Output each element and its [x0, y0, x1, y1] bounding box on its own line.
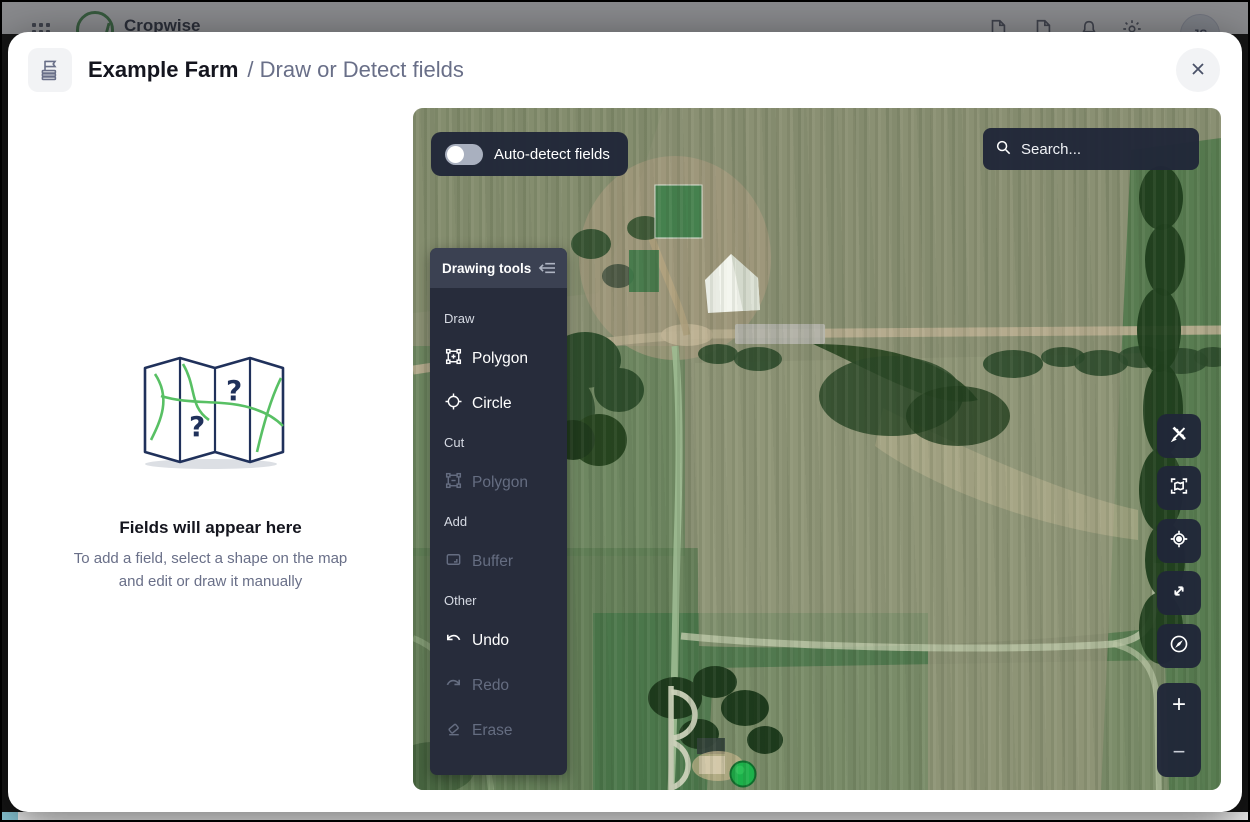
search-icon [995, 139, 1011, 160]
compass-button[interactable] [1157, 624, 1201, 668]
tool-draw-polygon[interactable]: Polygon [444, 347, 553, 371]
drawing-tools-panel: Drawing tools Draw Polygon [430, 248, 567, 775]
tool-label: Redo [472, 677, 509, 695]
empty-state-description: To add a field, select a shape on the ma… [71, 548, 351, 593]
tool-cut-polygon: Polygon [444, 471, 553, 495]
section-label-cut: Cut [444, 435, 553, 450]
fit-fields-icon [1168, 475, 1190, 502]
locate-icon [1168, 528, 1190, 555]
locate-button[interactable] [1157, 519, 1201, 563]
section-label-draw: Draw [444, 311, 553, 326]
undo-icon [444, 629, 463, 653]
drawing-tools-header: Drawing tools [430, 248, 567, 288]
erase-icon [444, 719, 463, 743]
draw-tools-icon [1168, 423, 1190, 450]
zoom-out-button[interactable]: − [1163, 737, 1196, 767]
breadcrumb-current: Draw or Detect fields [260, 57, 464, 82]
polygon-cut-icon [444, 471, 463, 495]
drawing-tools-title: Drawing tools [442, 261, 531, 276]
section-label-add: Add [444, 514, 553, 529]
expand-icon [1168, 580, 1190, 607]
tool-undo[interactable]: Undo [444, 629, 553, 653]
collapse-left-icon[interactable] [537, 260, 557, 276]
close-icon [1189, 60, 1207, 81]
tool-redo: Redo [444, 674, 553, 698]
tool-erase: Erase [444, 719, 553, 743]
fit-fields-button[interactable] [1157, 466, 1201, 510]
folded-map-illustration: ? ? [131, 348, 291, 474]
draw-tools-button[interactable] [1157, 414, 1201, 458]
tool-label: Erase [472, 722, 513, 740]
farm-icon [28, 48, 72, 92]
buffer-icon [444, 550, 463, 574]
auto-detect-pill: Auto-detect fields [431, 132, 628, 176]
compass-icon [1168, 633, 1190, 660]
polygon-draw-icon [444, 347, 463, 371]
section-label-other: Other [444, 593, 553, 608]
tool-label: Polygon [472, 350, 528, 368]
backdrop-overlay [2, 2, 1248, 34]
map-search [983, 128, 1199, 170]
breadcrumb: Example Farm / Draw or Detect fields [88, 32, 464, 108]
tool-label: Undo [472, 632, 509, 650]
auto-detect-toggle[interactable] [445, 144, 483, 165]
page-subtitle: / Draw or Detect fields [247, 57, 463, 83]
draw-detect-fields-modal: Example Farm / Draw or Detect fields ? ? [8, 32, 1242, 812]
auto-detect-label: Auto-detect fields [494, 146, 610, 163]
map-canvas[interactable]: Auto-detect fields Drawing tools Dr [413, 108, 1221, 790]
drawing-tools-body: Draw Polygon Circle Cut [430, 288, 567, 743]
tool-label: Buffer [472, 553, 513, 571]
circle-draw-icon [444, 392, 463, 416]
expand-button[interactable] [1157, 571, 1201, 615]
empty-state: ? ? Fields will appear here To add a fie… [8, 108, 413, 790]
background-page-accent [2, 812, 18, 820]
tool-draw-circle[interactable]: Circle [444, 392, 553, 416]
svg-text:?: ? [189, 410, 205, 443]
modal-header: Example Farm / Draw or Detect fields [8, 32, 1242, 108]
page-background: Cropwise JS [2, 2, 1248, 820]
toggle-knob [447, 146, 464, 163]
tool-add-buffer: Buffer [444, 550, 553, 574]
tool-label: Circle [472, 395, 512, 413]
tool-label: Polygon [472, 474, 528, 492]
empty-state-heading: Fields will appear here [119, 518, 301, 538]
redo-icon [444, 674, 463, 698]
search-input[interactable] [1019, 140, 1173, 159]
zoom-in-button[interactable]: + [1162, 689, 1196, 721]
close-button[interactable] [1176, 48, 1220, 92]
background-page-fragment [2, 812, 1248, 820]
page-title: Example Farm [88, 57, 238, 83]
breadcrumb-separator: / [247, 57, 253, 82]
zoom-controls: + − [1157, 683, 1201, 777]
svg-text:?: ? [226, 374, 242, 407]
